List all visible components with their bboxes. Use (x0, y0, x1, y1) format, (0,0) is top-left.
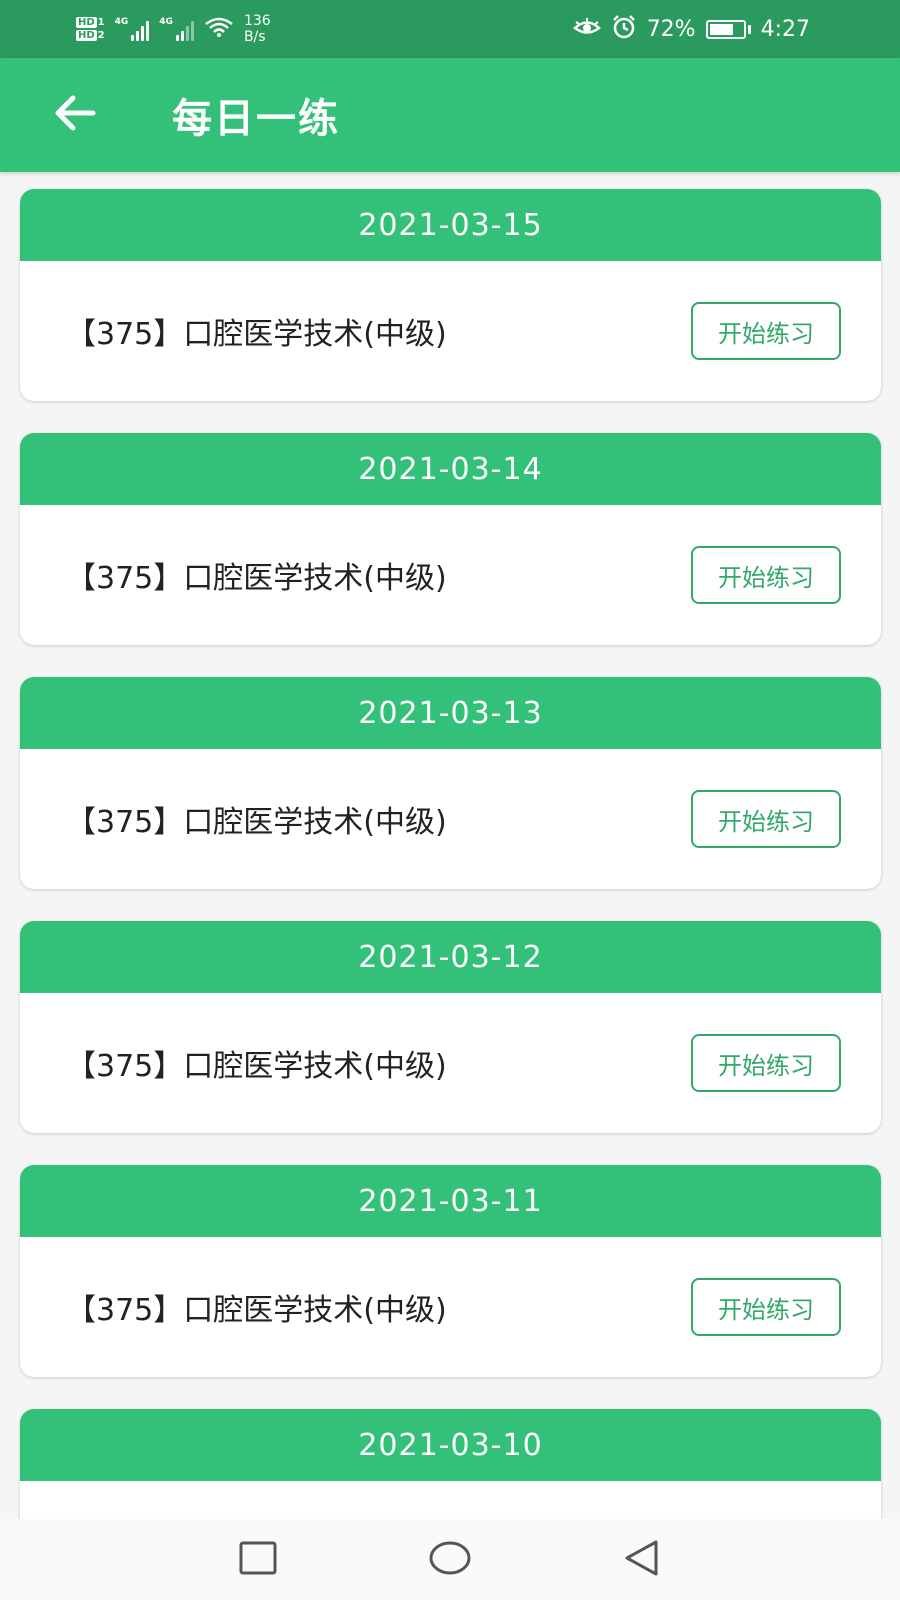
practice-card: 2021-03-11 【375】口腔医学技术(中级) 开始练习 (20, 1165, 881, 1377)
system-nav-bar (0, 1519, 900, 1600)
home-button[interactable] (429, 1539, 471, 1581)
battery-fill (709, 23, 733, 35)
hd-indicators: HD 1 HD 2 (76, 17, 105, 41)
status-left: HD 1 HD 2 4G 4G 136 B/s (76, 13, 271, 45)
clock: 4:27 (760, 16, 810, 42)
circle-icon (428, 1540, 472, 1580)
card-date: 2021-03-12 (20, 921, 881, 993)
signal-sim2-icon: 4G (159, 17, 194, 41)
course-name: 【375】口腔医学技术(中级) (66, 561, 447, 596)
recents-button[interactable] (237, 1539, 279, 1581)
status-bar: HD 1 HD 2 4G 4G 136 B/s 72% 4:27 (0, 0, 900, 58)
card-body: 【375】口腔医学技术(中级) 开始练习 (20, 749, 881, 889)
practice-card: 2021-03-13 【375】口腔医学技术(中级) 开始练习 (20, 677, 881, 889)
signal-sim1-icon: 4G (115, 17, 150, 41)
start-practice-button[interactable]: 开始练习 (691, 546, 841, 604)
net-type-2: 4G (159, 17, 173, 27)
course-name: 【375】口腔医学技术(中级) (66, 1293, 447, 1328)
battery-icon (705, 19, 751, 39)
status-right: 72% 4:27 (572, 14, 810, 44)
course-name: 【375】口腔医学技术(中级) (66, 317, 447, 352)
hd-sim2-label: HD (76, 30, 97, 41)
practice-card: 2021-03-14 【375】口腔医学技术(中级) 开始练习 (20, 433, 881, 645)
card-body: 【375】口腔医学技术(中级) 开始练习 (20, 993, 881, 1133)
card-date: 2021-03-13 (20, 677, 881, 749)
triangle-icon (622, 1539, 662, 1581)
net-speed-unit: B/s (243, 29, 266, 45)
card-date: 2021-03-10 (20, 1409, 881, 1481)
square-icon (238, 1540, 278, 1580)
hd-sim1: HD 1 (76, 17, 105, 28)
card-body: 【375】口腔医学技术(中级) 开始练习 (20, 505, 881, 645)
screen: HD 1 HD 2 4G 4G 136 B/s 72% 4:27 每日一练 20… (0, 0, 900, 1600)
course-name: 【375】口腔医学技术(中级) (66, 805, 447, 840)
hd-sim2-index: 2 (97, 30, 105, 41)
battery-body (705, 19, 746, 39)
nav-back-button[interactable] (621, 1539, 663, 1581)
start-practice-button[interactable]: 开始练习 (691, 1278, 841, 1336)
back-button[interactable] (30, 70, 120, 160)
card-date: 2021-03-15 (20, 189, 881, 261)
net-type-1: 4G (114, 17, 129, 27)
hd-sim1-label: HD (76, 17, 97, 28)
battery-tip (747, 24, 751, 34)
page-title: 每日一练 (172, 96, 340, 142)
practice-card: 2021-03-15 【375】口腔医学技术(中级) 开始练习 (20, 189, 881, 401)
practice-list[interactable]: 2021-03-15 【375】口腔医学技术(中级) 开始练习 2021-03-14 【… (20, 189, 881, 1600)
start-practice-button[interactable]: 开始练习 (691, 790, 841, 848)
course-name: 【375】口腔医学技术(中级) (66, 1049, 447, 1084)
wifi-icon (204, 16, 234, 42)
card-body: 【375】口腔医学技术(中级) 开始练习 (20, 261, 881, 401)
app-bar: 每日一练 (0, 58, 900, 172)
card-date: 2021-03-11 (20, 1165, 881, 1237)
start-practice-button[interactable]: 开始练习 (691, 1034, 841, 1092)
battery-percent: 72% (646, 16, 696, 42)
hd-sim2: HD 2 (76, 30, 105, 41)
eye-icon (572, 17, 601, 41)
net-speed: 136 B/s (244, 13, 271, 45)
net-speed-value: 136 (243, 13, 271, 29)
practice-card: 2021-03-12 【375】口腔医学技术(中级) 开始练习 (20, 921, 881, 1133)
card-body: 【375】口腔医学技术(中级) 开始练习 (20, 1237, 881, 1377)
start-practice-button[interactable]: 开始练习 (691, 302, 841, 360)
hd-sim1-index: 1 (97, 17, 105, 28)
arrow-left-icon (53, 95, 97, 135)
alarm-icon (611, 14, 637, 44)
card-date: 2021-03-14 (20, 433, 881, 505)
